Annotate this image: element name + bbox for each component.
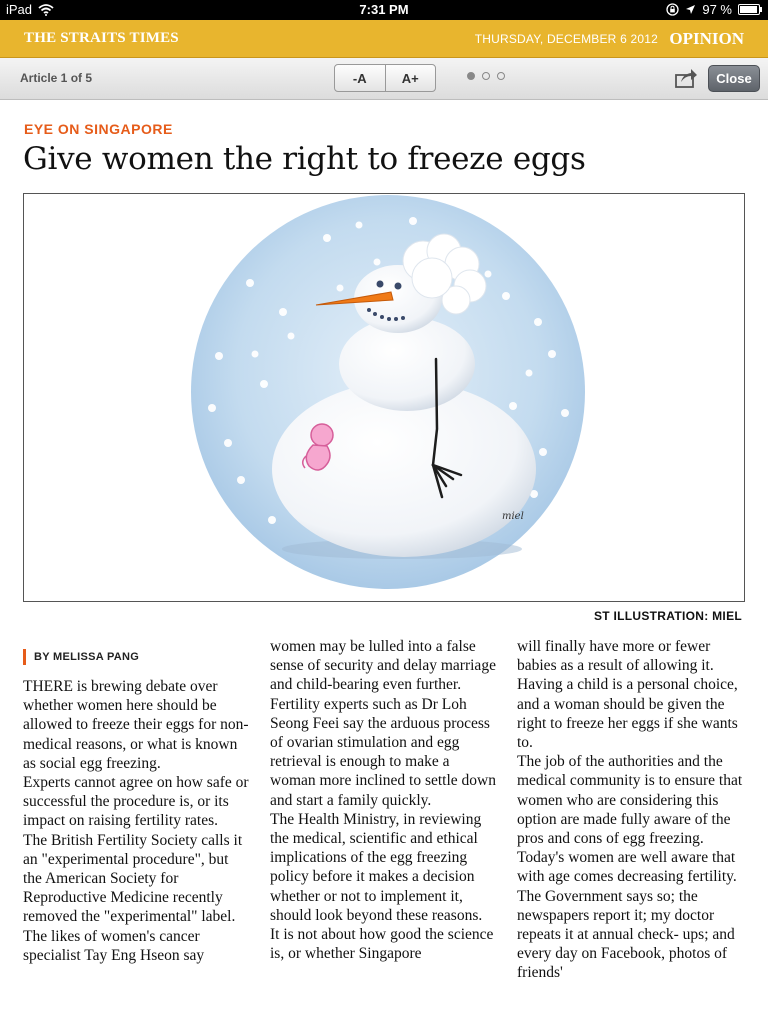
- paragraph: Experts cannot agree on how safe or succ…: [23, 774, 249, 830]
- paragraph: The Health Ministry, in reviewing the me…: [270, 810, 483, 924]
- article-column-2: women may be lulled into a false sense o…: [270, 637, 498, 963]
- paragraph: It is not about how good the science is,…: [270, 926, 494, 963]
- snowman-illustration: miel: [191, 195, 585, 589]
- paragraph: women may be lulled into a false sense o…: [270, 638, 496, 809]
- decrease-font-button[interactable]: -A: [335, 65, 385, 91]
- article-illustration[interactable]: miel: [23, 193, 745, 602]
- paragraph: The British Fertility Society calls it a…: [23, 831, 243, 926]
- section-name: OPINION: [669, 29, 744, 48]
- issue-date: THURSDAY, DECEMBER 6 2012: [474, 32, 658, 46]
- article-counter: Article 1 of 5: [20, 71, 93, 85]
- page-dot[interactable]: [467, 72, 475, 80]
- article-kicker: EYE ON SINGAPORE: [24, 121, 173, 137]
- byline: BY MELISSA PANG: [23, 649, 139, 665]
- reader-toolbar: Article 1 of 5 -A A+ Close: [0, 58, 768, 100]
- illustration-credit: ST ILLUSTRATION: MIEL: [593, 609, 742, 623]
- lock-rotation-icon: [666, 3, 680, 16]
- masthead: THE STRAITS TIMES THURSDAY, DECEMBER 6 2…: [0, 20, 768, 58]
- page-dot[interactable]: [482, 72, 490, 80]
- paragraph: Today's women are well aware that with a…: [517, 849, 737, 982]
- font-size-control: -A A+: [334, 64, 436, 92]
- page-indicator[interactable]: [467, 72, 505, 80]
- status-bar: iPad 7:31 PM 97 %: [0, 0, 768, 20]
- paragraph: Having a child is a personal choice, and…: [517, 676, 738, 752]
- paragraph: THERE is brewing debate over whether wom…: [23, 678, 249, 772]
- paragraph: The likes of women's cancer specialist T…: [23, 927, 205, 964]
- brand-logo: THE STRAITS TIMES: [24, 30, 179, 46]
- artist-signature: miel: [502, 511, 524, 522]
- share-icon[interactable]: [674, 67, 698, 89]
- close-button[interactable]: Close: [708, 65, 760, 92]
- battery-icon: [738, 4, 762, 15]
- paragraph: The job of the authorities and the medic…: [517, 753, 743, 848]
- article-column-3: will finally have more or fewer babies a…: [517, 637, 745, 983]
- increase-font-button[interactable]: A+: [384, 65, 436, 91]
- page-dot[interactable]: [497, 72, 505, 80]
- battery-percent: 97 %: [702, 2, 732, 17]
- paragraph: will finally have more or fewer babies a…: [517, 638, 714, 675]
- status-time: 7:31 PM: [359, 2, 409, 17]
- article-column-1: THERE is brewing debate over whether wom…: [23, 677, 251, 965]
- location-arrow-icon: [686, 5, 696, 14]
- article-headline: Give women the right to freeze eggs: [23, 141, 586, 177]
